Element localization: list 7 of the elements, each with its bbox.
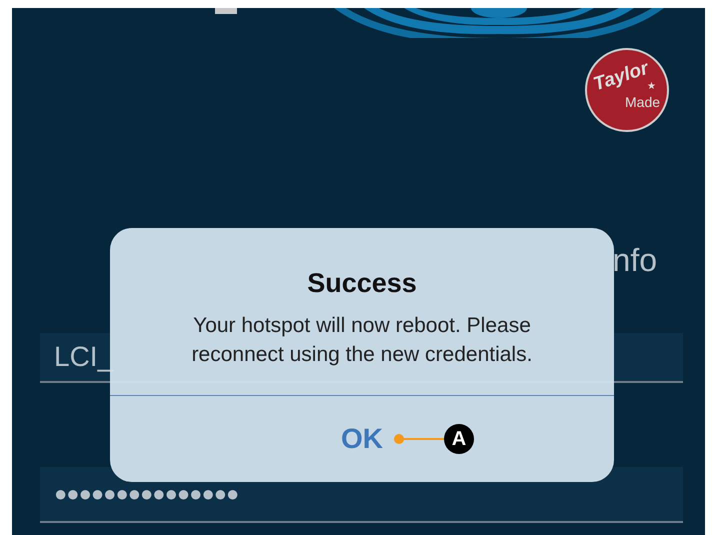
callout-label: A [444,424,474,454]
dialog-message: Your hotspot will now reboot. Please reconnect using the new credentials. [190,313,534,368]
logo: Taylor ★ Made [585,48,669,132]
wifi-signal-icon [334,8,664,38]
dialog-title: Success [307,268,417,299]
section-heading: nfo [612,241,658,279]
leader-line [394,434,444,444]
